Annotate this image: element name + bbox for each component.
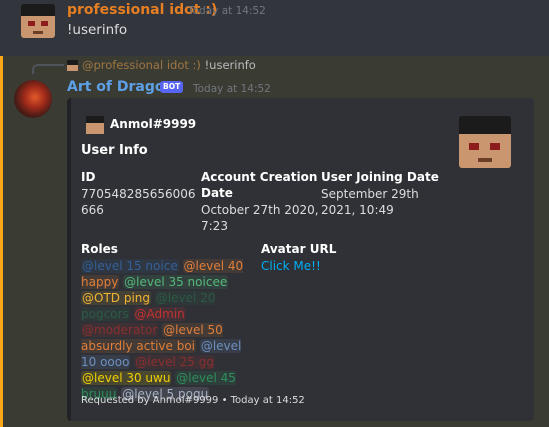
role-mention[interactable]: @level 15 noice <box>81 259 179 273</box>
field-avatar-label: Avatar URL <box>261 242 337 256</box>
reply-preview[interactable]: @professional idot :) !userinfo <box>82 58 256 72</box>
field-account-creation-label: Account Creation Date <box>201 170 318 200</box>
embed-title: User Info <box>81 143 148 158</box>
bot-badge: BOT <box>160 81 184 93</box>
embed-footer: Requested by Anmol#9999 • Today at 14:52 <box>81 395 305 406</box>
userinfo-embed: Anmol#9999 User Info ID 770548285656006 … <box>67 98 534 421</box>
field-joining-date-label: User Joining Date <box>321 170 439 184</box>
role-mention[interactable]: @moderator <box>81 323 159 337</box>
message-content: !userinfo <box>67 22 128 38</box>
field-id-label: ID <box>81 170 96 184</box>
reply-avatar <box>67 60 78 71</box>
role-mention[interactable]: @level 30 uwu <box>81 371 172 385</box>
role-mention[interactable]: @Admin <box>133 307 186 321</box>
user-avatar[interactable] <box>21 4 55 38</box>
role-mention[interactable]: @level 35 noicee <box>123 275 229 289</box>
message-bot-reply: @professional idot :) !userinfo Art of D… <box>0 56 549 427</box>
message-timestamp: Today at 14:52 <box>188 5 266 17</box>
reply-mention[interactable]: @professional idot :) <box>82 58 201 72</box>
field-roles-label: Roles <box>81 242 118 256</box>
embed-thumbnail[interactable] <box>459 116 511 168</box>
avatar-link[interactable]: Click Me!! <box>261 258 321 274</box>
role-mention[interactable]: @OTD ping <box>81 291 152 305</box>
role-mention[interactable]: @level 25 gg <box>134 355 215 369</box>
embed-author-name: Anmol#9999 <box>110 117 197 131</box>
message-user-command: professional idot :) Today at 14:52 !use… <box>0 0 549 56</box>
field-joining-date-value: September 29th 2021, 10:49 <box>321 187 419 217</box>
bot-avatar[interactable] <box>14 80 52 118</box>
field-account-creation-value: October 27th 2020, 7:23 <box>201 203 319 233</box>
message-timestamp: Today at 14:52 <box>193 83 271 95</box>
embed-author-icon <box>86 116 104 134</box>
roles-list: @level 15 noice @level 40 happy @level 3… <box>81 258 257 402</box>
field-id-value: 770548285656006 666 <box>81 187 196 217</box>
reply-content: !userinfo <box>204 58 256 72</box>
reply-connector <box>32 64 64 74</box>
